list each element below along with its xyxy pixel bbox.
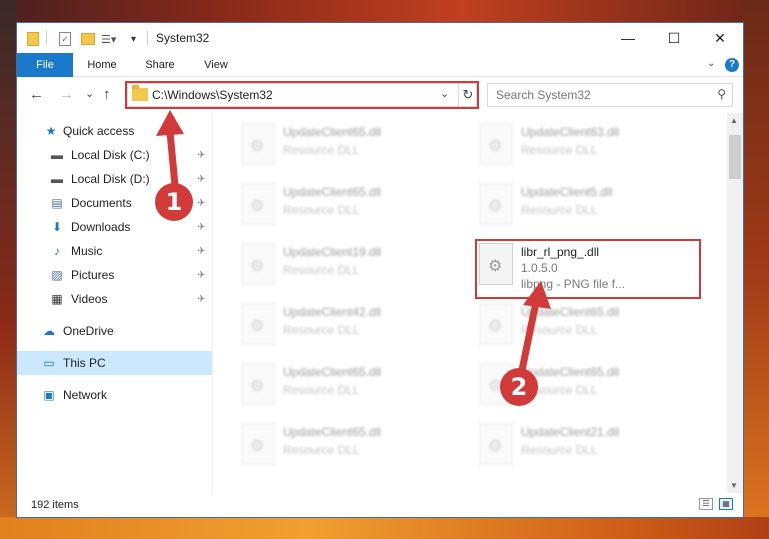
arrow-two-head xyxy=(523,281,551,309)
annotation-arrows xyxy=(156,110,551,381)
callout-badge-2: 2 xyxy=(500,368,538,406)
callout-badge-1: 1 xyxy=(155,183,193,221)
arrow-one-head xyxy=(156,110,184,136)
